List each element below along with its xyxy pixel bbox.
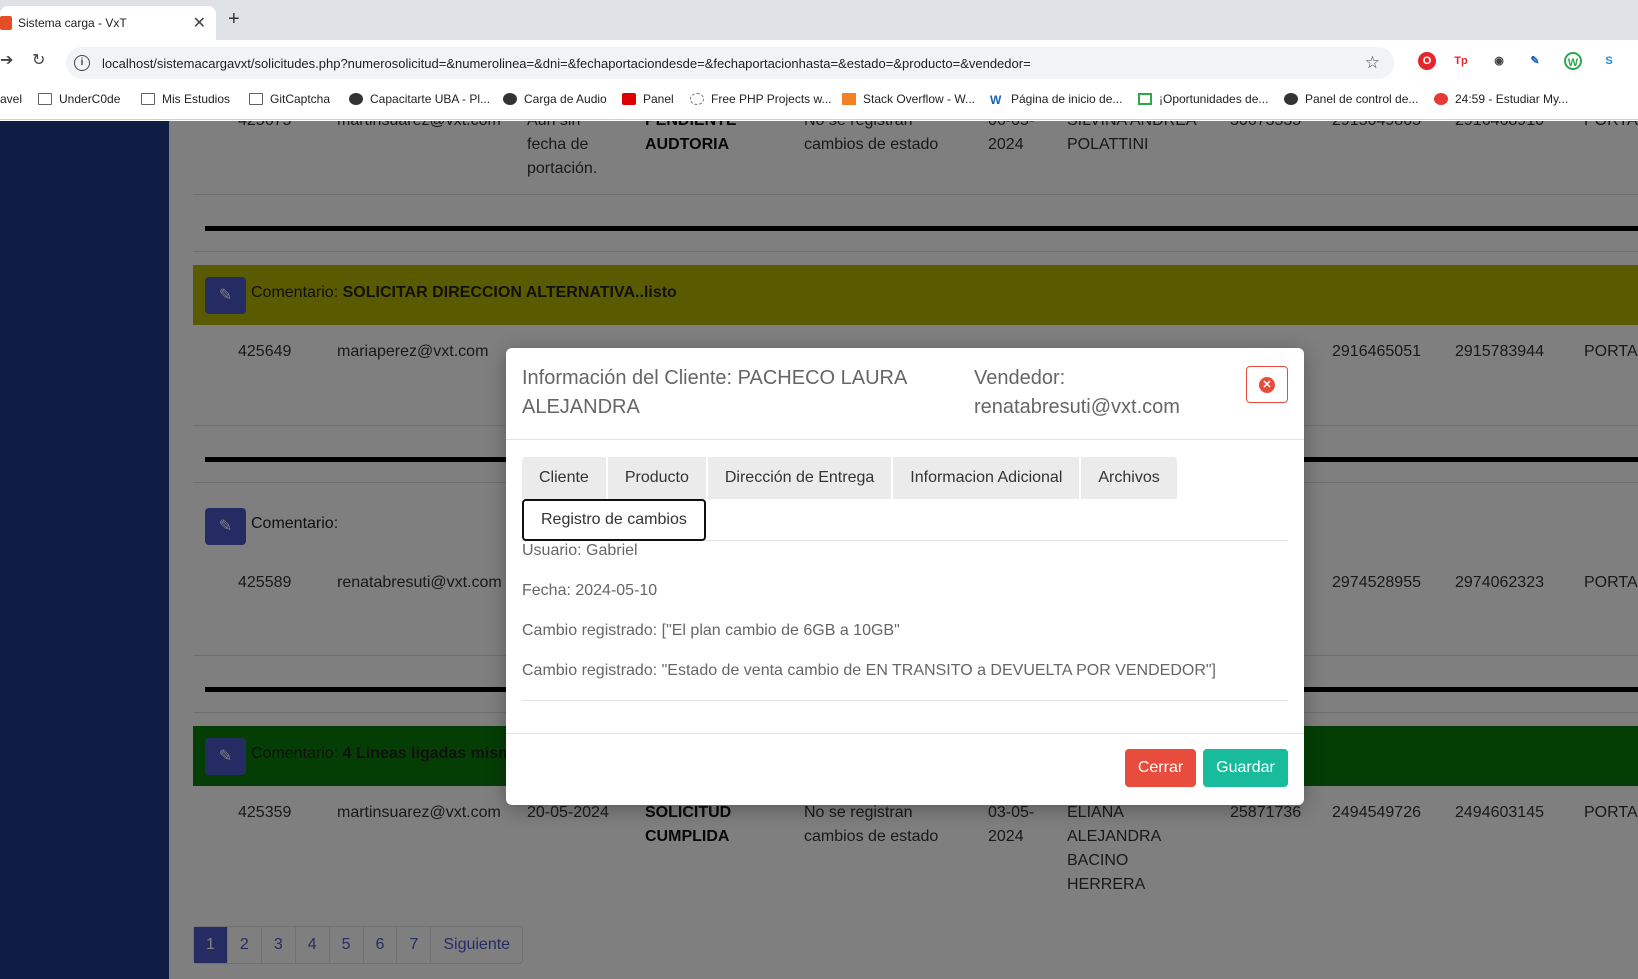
modal-footer: Cerrar Guardar bbox=[506, 733, 1304, 805]
pen-extension-icon[interactable]: ✎ bbox=[1526, 52, 1544, 70]
modal-tabs: Cliente Producto Dirección de Entrega In… bbox=[522, 457, 1288, 541]
tp-extension-icon[interactable]: Tp bbox=[1452, 52, 1470, 70]
bookmark-label: UnderC0de bbox=[59, 92, 121, 106]
bookmark-item[interactable]: Free PHP Projects w... bbox=[690, 92, 832, 106]
reload-icon[interactable]: ↻ bbox=[32, 50, 45, 70]
bookmark-star-icon[interactable]: ☆ bbox=[1365, 53, 1380, 73]
bookmark-folder[interactable]: Mis Estudios bbox=[141, 92, 230, 106]
bookmark-item[interactable]: 24:59 - Estudiar My... bbox=[1434, 92, 1568, 106]
bookmark-label: Free PHP Projects w... bbox=[711, 92, 832, 106]
new-tab-icon[interactable]: + bbox=[228, 8, 240, 31]
log-fecha: Fecha: 2024-05-10 bbox=[522, 582, 658, 599]
browser-tab[interactable]: Sistema carga - VxT ✕ bbox=[0, 6, 216, 40]
php-projects-icon bbox=[690, 93, 704, 105]
record-extension-icon[interactable]: ◉ bbox=[1490, 52, 1508, 70]
tab-row: Registro de cambios bbox=[522, 499, 1288, 541]
bookmark-item[interactable]: W Página de inicio de... bbox=[990, 92, 1123, 107]
bookmark-label: GitCaptcha bbox=[270, 92, 331, 106]
address-bar[interactable]: i localhost/sistemacargavxt/solicitudes.… bbox=[66, 47, 1394, 79]
opera-extension-icon[interactable]: O bbox=[1418, 52, 1436, 70]
bookmark-green-icon bbox=[1138, 93, 1152, 105]
bookmark-item[interactable]: Panel bbox=[622, 92, 674, 106]
bookmark-label: Carga de Audio bbox=[524, 92, 607, 106]
log-separator bbox=[522, 700, 1288, 701]
globe-icon bbox=[1284, 93, 1298, 105]
url-text: localhost/sistemacargavxt/solicitudes.ph… bbox=[102, 55, 1031, 71]
bookmark-label: 24:59 - Estudiar My... bbox=[1455, 92, 1569, 106]
check-icon bbox=[1434, 93, 1448, 105]
tab-title: Sistema carga - VxT bbox=[18, 16, 127, 30]
bookmark-item[interactable]: avel bbox=[0, 92, 22, 106]
bookmark-item[interactable]: Panel de control de... bbox=[1284, 92, 1418, 106]
bookmark-folder[interactable]: UnderC0de bbox=[38, 92, 120, 106]
folder-icon bbox=[38, 93, 52, 105]
close-icon: ✕ bbox=[1259, 376, 1275, 393]
html-favicon-icon bbox=[0, 16, 12, 30]
forward-arrow-icon[interactable]: ➔ bbox=[0, 50, 13, 70]
tab-archivos[interactable]: Archivos bbox=[1081, 457, 1177, 499]
bookmark-label: Stack Overflow - W... bbox=[863, 92, 976, 106]
bookmark-label: Panel de control de... bbox=[1305, 92, 1419, 106]
save-button[interactable]: Guardar bbox=[1203, 749, 1288, 787]
site-info-icon[interactable]: i bbox=[74, 55, 90, 71]
log-cambio: Cambio registrado: "Estado de venta camb… bbox=[522, 662, 1216, 679]
bookmark-label: Página de inicio de... bbox=[1011, 92, 1123, 106]
modal-title: Información del Cliente: PACHECO LAURA A… bbox=[522, 367, 907, 418]
modal-close-button[interactable]: ✕ bbox=[1246, 366, 1288, 403]
tab-informacion-adicional[interactable]: Informacion Adicional bbox=[893, 457, 1080, 499]
bookmark-item[interactable]: Carga de Audio bbox=[503, 92, 607, 106]
modal-header: Información del Cliente: PACHECO LAURA A… bbox=[506, 348, 1304, 440]
folder-icon bbox=[141, 93, 155, 105]
panel-icon bbox=[622, 93, 636, 105]
modal-vendor: Vendedor: renatabresuti@vxt.com bbox=[974, 367, 1180, 418]
bookmark-label: avel bbox=[0, 92, 23, 106]
tab-registro-de-cambios[interactable]: Registro de cambios bbox=[522, 499, 706, 541]
browser-tabstrip bbox=[0, 0, 1638, 40]
bookmark-label: ¡Oportunidades de... bbox=[1159, 92, 1269, 106]
bookmark-folder[interactable]: GitCaptcha bbox=[249, 92, 330, 106]
folder-icon bbox=[249, 93, 263, 105]
bookmark-label: Panel bbox=[643, 92, 674, 106]
client-info-modal: Información del Cliente: PACHECO LAURA A… bbox=[506, 348, 1304, 805]
bookmark-item[interactable]: Stack Overflow - W... bbox=[842, 92, 975, 106]
globe-icon bbox=[503, 93, 517, 105]
globe-icon bbox=[349, 93, 363, 105]
close-tab-icon[interactable]: ✕ bbox=[193, 13, 206, 33]
bookmark-label: Mis Estudios bbox=[162, 92, 231, 106]
log-usuario: Usuario: Gabriel bbox=[522, 542, 638, 559]
close-button[interactable]: Cerrar bbox=[1125, 749, 1196, 787]
stackoverflow-icon bbox=[842, 93, 856, 105]
log-cambio: Cambio registrado: ["El plan cambio de 6… bbox=[522, 622, 900, 639]
whatsapp-extension-icon[interactable]: W bbox=[1564, 52, 1582, 70]
bookmark-item[interactable]: ¡Oportunidades de... bbox=[1138, 92, 1268, 106]
tab-producto[interactable]: Producto bbox=[607, 457, 706, 499]
tab-row: Cliente Producto Dirección de Entrega In… bbox=[522, 457, 1288, 499]
bookmark-label: Capacitarte UBA - Pl... bbox=[370, 92, 491, 106]
tab-cliente[interactable]: Cliente bbox=[522, 457, 606, 499]
bookmark-item[interactable]: Capacitarte UBA - Pl... bbox=[349, 92, 490, 106]
w-icon: W bbox=[990, 93, 1002, 107]
tab-direccion-entrega[interactable]: Dirección de Entrega bbox=[707, 457, 892, 499]
s-extension-icon[interactable]: S bbox=[1600, 52, 1618, 70]
